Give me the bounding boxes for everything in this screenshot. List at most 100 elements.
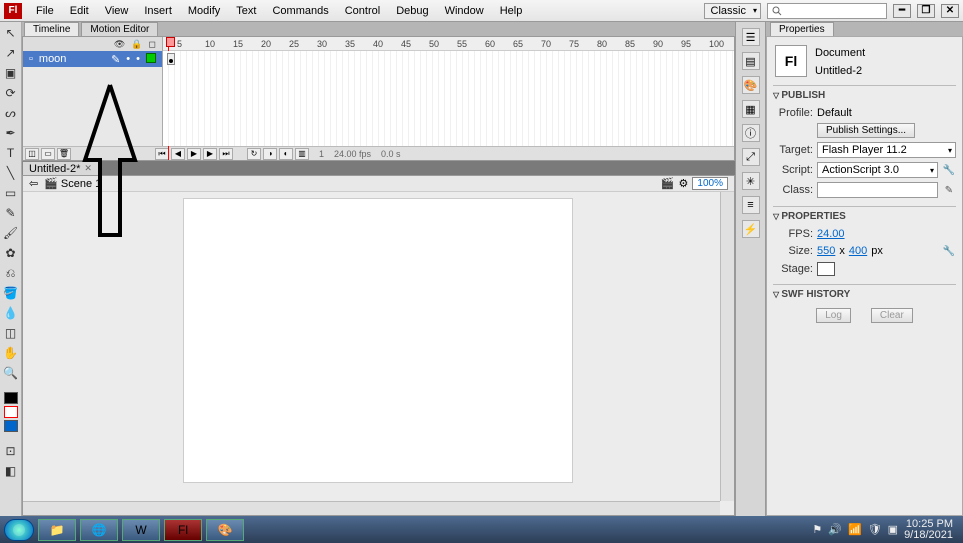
menu-insert[interactable]: Insert: [136, 5, 180, 17]
script-settings-icon[interactable]: 🔧: [942, 163, 956, 177]
tray-shield-icon[interactable]: 🛡: [868, 523, 882, 536]
lock-icon[interactable]: 🔒: [131, 39, 142, 50]
layer-outline-swatch[interactable]: [146, 53, 156, 63]
swatches-icon[interactable]: ▦: [742, 100, 760, 118]
brush-tool[interactable]: 🖌: [2, 224, 20, 242]
frames-area[interactable]: [163, 51, 734, 146]
transform-icon[interactable]: ⤢: [742, 148, 760, 166]
menu-edit[interactable]: Edit: [62, 5, 97, 17]
3d-rotation-tool[interactable]: ⟳: [2, 84, 20, 102]
hand-tool[interactable]: ✋: [2, 344, 20, 362]
publish-section-header[interactable]: Publish: [773, 88, 956, 105]
step-forward-button[interactable]: ▶: [203, 148, 217, 160]
stage-canvas[interactable]: [183, 198, 573, 483]
onion-skin-button[interactable]: ◑: [263, 148, 277, 160]
menu-help[interactable]: Help: [492, 5, 531, 17]
edit-symbols-icon[interactable]: ⚙: [679, 177, 689, 190]
rectangle-tool[interactable]: ▭: [2, 184, 20, 202]
target-select[interactable]: Flash Player 11.2: [817, 142, 956, 158]
swf-history-header[interactable]: SWF History: [773, 287, 956, 304]
menu-modify[interactable]: Modify: [180, 5, 228, 17]
tray-volume-icon[interactable]: 🔊: [828, 523, 842, 536]
edit-scene-icon[interactable]: 🎬: [661, 177, 675, 190]
selection-tool[interactable]: ↖: [2, 24, 20, 42]
document-tab[interactable]: Untitled-2* ✕: [22, 161, 99, 175]
align-icon[interactable]: ≡: [742, 196, 760, 214]
start-button[interactable]: [4, 519, 34, 541]
delete-layer-button[interactable]: 🗑: [57, 148, 71, 160]
library-icon[interactable]: ▤: [742, 52, 760, 70]
tab-motion-editor[interactable]: Motion Editor: [81, 22, 158, 36]
class-edit-icon[interactable]: ✎: [942, 183, 956, 197]
properties-icon[interactable]: ☰: [742, 28, 760, 46]
workspace-selector[interactable]: Classic: [704, 3, 761, 19]
onion-outline-button[interactable]: ◐: [279, 148, 293, 160]
free-transform-tool[interactable]: ▣: [2, 64, 20, 82]
pencil-tool[interactable]: ✎: [2, 204, 20, 222]
info-icon[interactable]: ⓘ: [742, 124, 760, 142]
color-icon[interactable]: 🎨: [742, 76, 760, 94]
taskbar-chrome[interactable]: 🌐: [80, 519, 118, 541]
menu-window[interactable]: Window: [437, 5, 492, 17]
snap-toggle[interactable]: ⊡: [2, 442, 20, 460]
new-layer-button[interactable]: ◫: [25, 148, 39, 160]
stroke-color-swatch[interactable]: [4, 392, 18, 404]
timeline-ruler[interactable]: 5101520253035404550556065707580859095100: [163, 37, 734, 51]
menu-file[interactable]: File: [28, 5, 62, 17]
taskbar-explorer[interactable]: 📁: [38, 519, 76, 541]
edit-multiple-button[interactable]: ▥: [295, 148, 309, 160]
zoom-tool[interactable]: 🔍: [2, 364, 20, 382]
loop-button[interactable]: ↻: [247, 148, 261, 160]
close-tab-icon[interactable]: ✕: [84, 163, 92, 174]
taskbar-clock[interactable]: 10:25 PM 9/18/2021: [904, 519, 953, 541]
search-input[interactable]: [767, 3, 887, 19]
eraser-tool[interactable]: ◫: [2, 324, 20, 342]
subselection-tool[interactable]: ↗: [2, 44, 20, 62]
fps-value[interactable]: 24.00: [817, 228, 845, 240]
back-icon[interactable]: ⇦: [29, 177, 38, 190]
menu-view[interactable]: View: [97, 5, 137, 17]
pen-tool[interactable]: ✒: [2, 124, 20, 142]
size-settings-icon[interactable]: 🔧: [942, 244, 956, 258]
horizontal-scrollbar[interactable]: [23, 501, 720, 515]
close-button[interactable]: ✕: [941, 4, 959, 18]
layer-eye-dot[interactable]: •: [126, 53, 130, 66]
lasso-tool[interactable]: ᔕ: [2, 104, 20, 122]
tab-properties[interactable]: Properties: [770, 22, 834, 36]
eye-icon[interactable]: 👁: [114, 39, 125, 50]
keyframe[interactable]: [167, 53, 175, 65]
script-select[interactable]: ActionScript 3.0: [817, 162, 938, 178]
log-button[interactable]: Log: [816, 308, 851, 323]
actions-icon[interactable]: ⚡: [742, 220, 760, 238]
menu-debug[interactable]: Debug: [388, 5, 436, 17]
properties-section-header[interactable]: Properties: [773, 209, 956, 226]
menu-control[interactable]: Control: [337, 5, 388, 17]
layer-lock-dot[interactable]: •: [136, 53, 140, 66]
stage-color-swatch[interactable]: [817, 262, 835, 276]
step-back-button[interactable]: ◀: [171, 148, 185, 160]
options-toggle[interactable]: ◧: [2, 462, 20, 480]
goto-first-button[interactable]: ⏮: [155, 148, 169, 160]
stage-area[interactable]: [23, 192, 734, 515]
eyedropper-tool[interactable]: 💧: [2, 304, 20, 322]
play-button[interactable]: ▶: [187, 148, 201, 160]
restore-button[interactable]: ❐: [917, 4, 935, 18]
menu-commands[interactable]: Commands: [264, 5, 336, 17]
scene-name[interactable]: Scene 1: [61, 178, 101, 190]
class-input[interactable]: [817, 182, 938, 198]
zoom-input[interactable]: 100%: [692, 177, 728, 190]
vertical-scrollbar[interactable]: [720, 192, 734, 501]
tray-network-icon[interactable]: 📶: [848, 523, 862, 536]
outline-icon[interactable]: ◻: [149, 39, 156, 50]
menu-text[interactable]: Text: [228, 5, 264, 17]
tab-timeline[interactable]: Timeline: [24, 22, 79, 36]
new-folder-button[interactable]: ▭: [41, 148, 55, 160]
minimize-button[interactable]: ━: [893, 4, 911, 18]
layer-row[interactable]: ▫ moon ✎ • •: [23, 51, 162, 67]
taskbar-paint[interactable]: 🎨: [206, 519, 244, 541]
clear-button[interactable]: Clear: [871, 308, 913, 323]
goto-last-button[interactable]: ⏭: [219, 148, 233, 160]
publish-settings-button[interactable]: Publish Settings...: [817, 123, 915, 138]
line-tool[interactable]: ╲: [2, 164, 20, 182]
components-icon[interactable]: ✳: [742, 172, 760, 190]
